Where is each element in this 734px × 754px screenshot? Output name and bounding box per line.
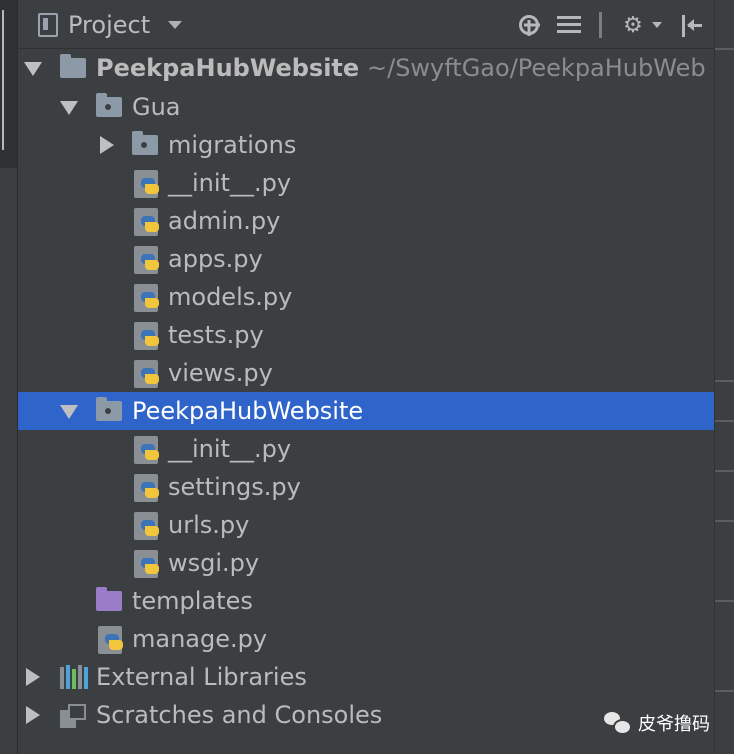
- file-label: models.py: [168, 283, 293, 311]
- root-project-label: PeekpaHubWebsite: [96, 54, 360, 82]
- python-file-icon: [134, 284, 159, 312]
- vertical-scrollbar[interactable]: [714, 0, 734, 754]
- folder-label-templates: templates: [132, 587, 253, 615]
- left-tool-strip: [0, 0, 18, 754]
- scrollbar-marker: [715, 420, 734, 422]
- project-panel-header: Project ⚙: [18, 0, 714, 49]
- tool-tab-label-marks: [2, 10, 14, 150]
- tree-row-file[interactable]: __init__.py: [18, 164, 714, 202]
- python-file-icon: [134, 436, 159, 464]
- file-label: __init__.py: [168, 435, 292, 463]
- scrollbar-marker: [715, 380, 734, 382]
- collapsed-arrow-icon[interactable]: [100, 136, 114, 154]
- tree-row-migrations[interactable]: migrations: [18, 126, 714, 164]
- expand-arrow-icon[interactable]: [60, 101, 78, 115]
- file-label: admin.py: [168, 207, 281, 235]
- package-folder-icon: [96, 93, 122, 117]
- tree-row-file[interactable]: urls.py: [18, 506, 714, 544]
- python-file-icon: [134, 322, 159, 350]
- view-selector[interactable]: Project: [38, 9, 183, 41]
- panel-toolbar: ⚙: [519, 9, 704, 41]
- folder-label-peekpahubwebsite: PeekpaHubWebsite: [132, 397, 364, 425]
- file-label: urls.py: [168, 511, 250, 539]
- python-file-icon: [134, 512, 159, 540]
- tree-row-package-selected[interactable]: PeekpaHubWebsite: [18, 392, 714, 430]
- file-label: __init__.py: [168, 169, 292, 197]
- locate-target-icon[interactable]: [519, 15, 539, 35]
- python-file-icon: [98, 626, 123, 654]
- panel-title: Project: [68, 11, 151, 39]
- scratches-icon: [60, 704, 86, 728]
- file-label: settings.py: [168, 473, 301, 501]
- scrollbar-marker: [715, 470, 734, 472]
- chevron-down-icon: [168, 21, 183, 29]
- watermark: 皮爷撸码: [604, 708, 710, 738]
- python-file-icon: [134, 474, 159, 502]
- package-folder-icon: [132, 131, 158, 155]
- scrollbar-marker: [715, 600, 734, 602]
- hide-panel-icon[interactable]: [680, 13, 704, 37]
- tree-row-root[interactable]: PeekpaHubWebsite ~/SwyftGao/PeekpaHubWeb: [18, 49, 714, 87]
- package-folder-icon: [96, 397, 122, 421]
- file-label: views.py: [168, 359, 273, 387]
- external-libraries-label: External Libraries: [96, 663, 307, 691]
- tree-row-file[interactable]: views.py: [18, 354, 714, 392]
- tree-row-file[interactable]: wsgi.py: [18, 544, 714, 582]
- expand-arrow-icon[interactable]: [24, 62, 42, 76]
- tree-row-manage[interactable]: manage.py: [18, 620, 714, 658]
- folder-label-migrations: migrations: [168, 131, 297, 159]
- scrollbar-marker: [715, 690, 734, 692]
- gear-caret-icon: [652, 22, 662, 28]
- tree-row-templates[interactable]: templates: [18, 582, 714, 620]
- templates-folder-icon: [96, 587, 122, 611]
- tree-row-file[interactable]: models.py: [18, 278, 714, 316]
- libraries-icon: [60, 665, 88, 689]
- scratches-label: Scratches and Consoles: [96, 701, 383, 729]
- wechat-icon: [604, 712, 632, 735]
- collapsed-arrow-icon[interactable]: [26, 706, 40, 724]
- file-label-manage: manage.py: [132, 625, 268, 653]
- python-file-icon: [134, 246, 159, 274]
- tree-row-file[interactable]: admin.py: [18, 202, 714, 240]
- tree-row-file[interactable]: apps.py: [18, 240, 714, 278]
- tree-row-file[interactable]: settings.py: [18, 468, 714, 506]
- toolbar-divider: [599, 12, 602, 38]
- tree-row-file[interactable]: __init__.py: [18, 430, 714, 468]
- tree-row-file[interactable]: tests.py: [18, 316, 714, 354]
- scrollbar-marker: [715, 48, 734, 50]
- python-file-icon: [134, 550, 159, 578]
- python-file-icon: [134, 360, 159, 388]
- watermark-text: 皮爷撸码: [638, 714, 710, 735]
- file-label: apps.py: [168, 245, 263, 273]
- file-label: wsgi.py: [168, 549, 260, 577]
- folder-icon: [60, 54, 86, 78]
- gear-icon[interactable]: ⚙: [620, 12, 646, 38]
- tree-row-gua[interactable]: Gua: [18, 88, 714, 126]
- root-project-path: ~/SwyftGao/PeekpaHubWeb: [367, 54, 706, 82]
- expand-arrow-icon[interactable]: [60, 405, 78, 419]
- collapse-all-icon[interactable]: [557, 12, 581, 38]
- folder-label-gua: Gua: [132, 93, 181, 121]
- file-label: tests.py: [168, 321, 264, 349]
- scrollbar-marker: [715, 520, 734, 522]
- collapsed-arrow-icon[interactable]: [26, 668, 40, 686]
- project-panel-icon: [38, 13, 58, 37]
- project-tree: PeekpaHubWebsite ~/SwyftGao/PeekpaHubWeb…: [18, 49, 714, 754]
- tree-row-external-libraries[interactable]: External Libraries: [18, 658, 714, 696]
- python-file-icon: [134, 208, 159, 236]
- python-file-icon: [134, 170, 159, 198]
- project-tool-tab[interactable]: [0, 0, 17, 168]
